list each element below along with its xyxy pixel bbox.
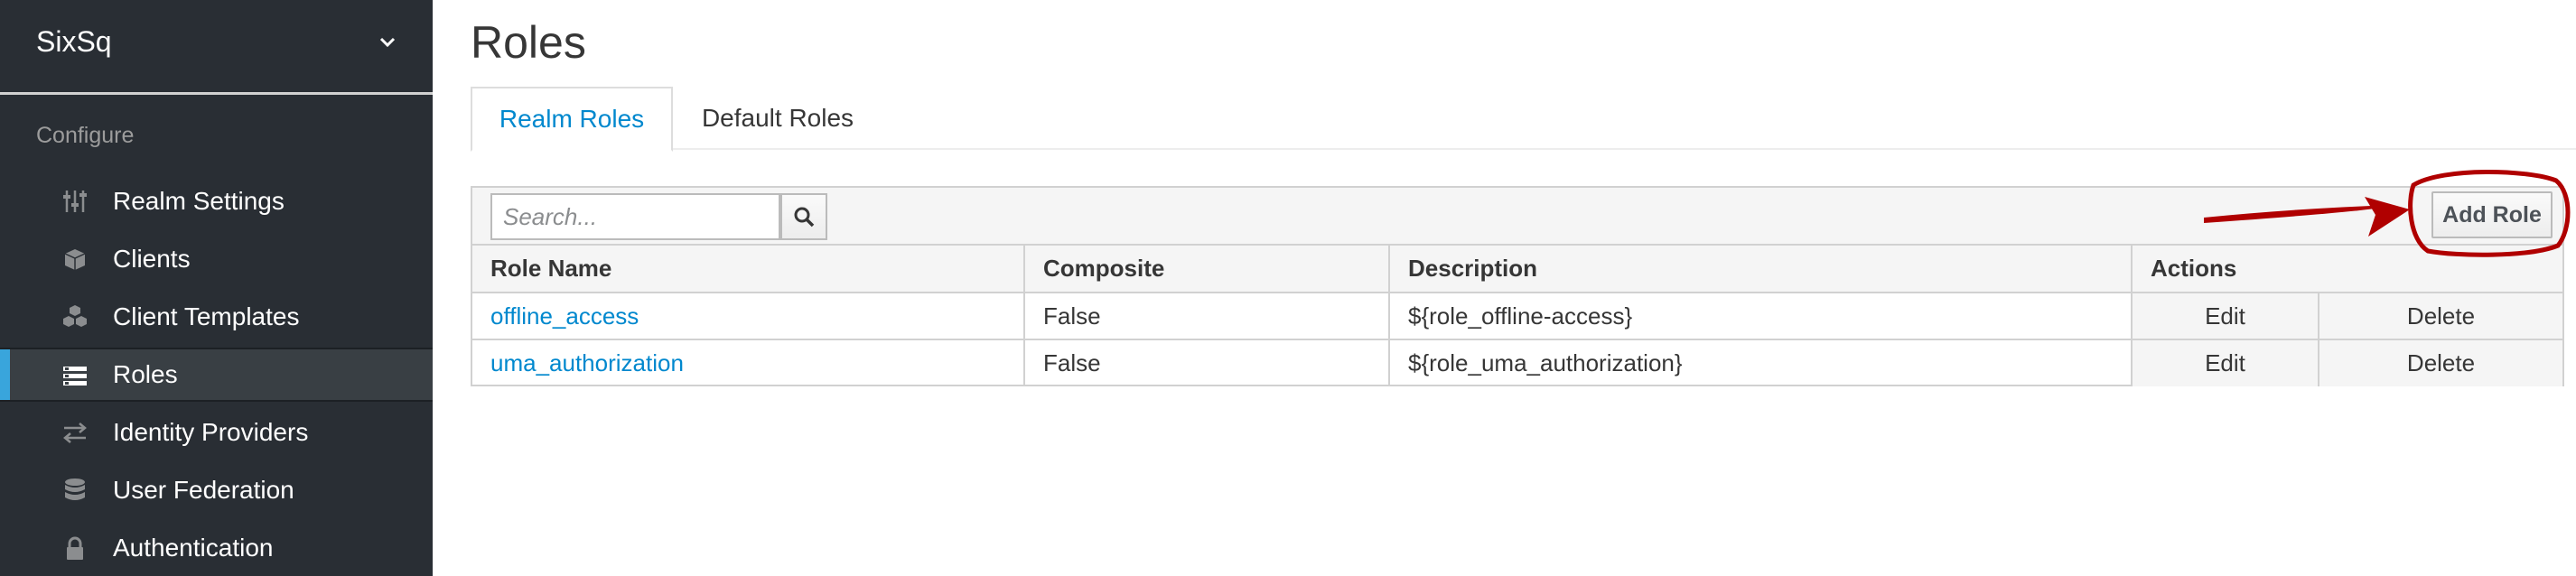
sidebar: SixSq Configure Realm Settings Clients C… [0, 0, 433, 576]
sidebar-item-label: Roles [113, 360, 178, 388]
roles-panel: Add Role Role Name Composite Description… [471, 186, 2564, 386]
sidebar-item-client-templates[interactable]: Client Templates [0, 290, 433, 344]
sidebar-item-user-federation[interactable]: User Federation [0, 463, 433, 517]
composite-cell: False [1023, 292, 1390, 340]
description-cell: ${role_offline-access} [1388, 292, 2133, 340]
edit-button[interactable]: Edit [2131, 339, 2319, 386]
composite-cell: False [1023, 339, 1390, 386]
column-header-composite[interactable]: Composite [1023, 246, 1390, 293]
realm-name: SixSq [36, 25, 112, 58]
sidebar-item-label: Clients [113, 245, 191, 273]
database-icon [65, 478, 85, 500]
exchange-icon [63, 423, 87, 443]
sidebar-item-identity-providers[interactable]: Identity Providers [0, 405, 433, 460]
sidebar-item-label: Identity Providers [113, 418, 309, 446]
cubes-icon [63, 305, 87, 327]
edit-button[interactable]: Edit [2131, 292, 2319, 340]
page-title: Roles [471, 17, 586, 68]
list-icon [63, 367, 87, 386]
table-row: uma_authorization False ${role_uma_autho… [472, 339, 2562, 386]
sidebar-item-label: Authentication [113, 534, 274, 562]
sidebar-item-clients[interactable]: Clients [0, 232, 433, 286]
column-header-role-name[interactable]: Role Name [472, 246, 1025, 293]
tab-default-roles[interactable]: Default Roles [674, 87, 882, 150]
cube-icon [64, 249, 86, 270]
search-input[interactable] [490, 193, 780, 240]
sidebar-item-label: User Federation [113, 476, 294, 504]
sliders-icon [63, 190, 87, 212]
role-name-link[interactable]: uma_authorization [472, 339, 1025, 386]
search-icon [794, 207, 815, 228]
delete-button[interactable]: Delete [2318, 292, 2562, 340]
column-header-actions: Actions [2131, 246, 2562, 293]
table-toolbar: Add Role [472, 188, 2562, 246]
search-button[interactable] [780, 193, 827, 240]
add-role-button[interactable]: Add Role [2431, 191, 2553, 238]
sidebar-item-label: Client Templates [113, 302, 300, 330]
realm-selector[interactable]: SixSq [0, 0, 433, 95]
table-header-row: Role Name Composite Description Actions [472, 246, 2562, 293]
column-header-description[interactable]: Description [1388, 246, 2133, 293]
description-cell: ${role_uma_authorization} [1388, 339, 2133, 386]
chevron-down-icon[interactable] [374, 29, 401, 56]
role-name-link[interactable]: offline_access [472, 292, 1025, 340]
lock-icon [67, 536, 83, 560]
sidebar-item-authentication[interactable]: Authentication [0, 521, 433, 575]
tab-realm-roles[interactable]: Realm Roles [471, 87, 673, 152]
roles-table: Role Name Composite Description Actions … [472, 246, 2562, 386]
tab-bar: Realm Roles Default Roles [471, 87, 2576, 152]
section-label-configure: Configure [36, 123, 135, 148]
sidebar-item-label: Realm Settings [113, 187, 285, 215]
delete-button[interactable]: Delete [2318, 339, 2562, 386]
sidebar-item-roles[interactable]: Roles [0, 348, 433, 402]
sidebar-item-realm-settings[interactable]: Realm Settings [0, 174, 433, 228]
table-row: offline_access False ${role_offline-acce… [472, 292, 2562, 340]
